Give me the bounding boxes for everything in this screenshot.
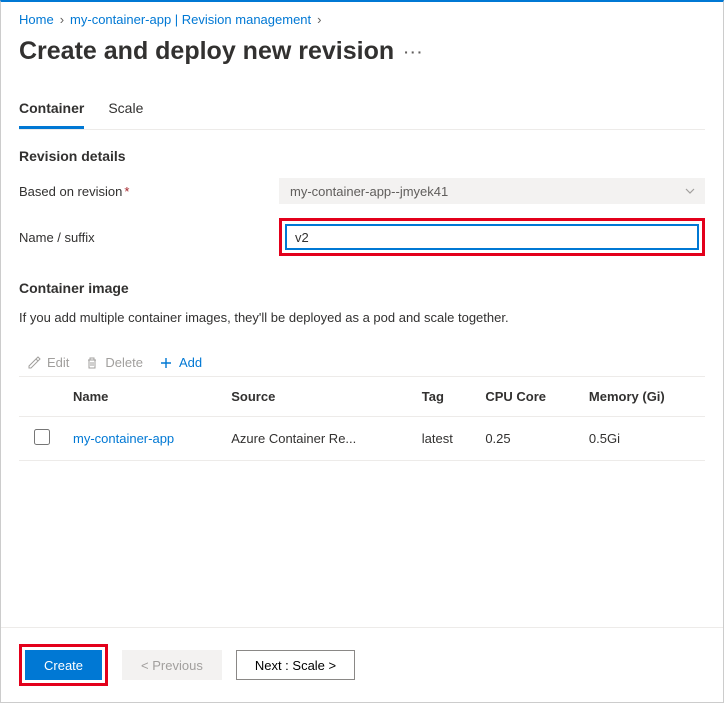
previous-button[interactable]: < Previous	[122, 650, 222, 680]
chevron-right-icon: ›	[60, 12, 64, 27]
container-image-table: Name Source Tag CPU Core Memory (Gi) my-…	[19, 377, 705, 461]
plus-icon	[159, 356, 173, 370]
breadcrumb-home[interactable]: Home	[19, 12, 54, 27]
tab-container[interactable]: Container	[19, 92, 84, 129]
col-source: Source	[223, 377, 413, 417]
highlight-annotation	[279, 218, 705, 256]
page-footer: Create < Previous Next : Scale >	[1, 627, 723, 702]
container-image-description: If you add multiple container images, th…	[19, 310, 705, 325]
create-button[interactable]: Create	[25, 650, 102, 680]
row-checkbox[interactable]	[34, 429, 50, 445]
based-on-revision-value: my-container-app--jmyek41	[290, 184, 448, 199]
col-cpu: CPU Core	[477, 377, 581, 417]
based-on-revision-label: Based on revision*	[19, 184, 279, 199]
add-button[interactable]: Add	[159, 355, 202, 370]
tabs: Container Scale	[19, 92, 705, 130]
based-on-revision-select[interactable]: my-container-app--jmyek41	[279, 178, 705, 204]
container-image-heading: Container image	[19, 280, 705, 296]
row-cpu: 0.25	[477, 417, 581, 461]
next-button[interactable]: Next : Scale >	[236, 650, 355, 680]
table-row: my-container-app Azure Container Re... l…	[19, 417, 705, 461]
page-title: Create and deploy new revision ···	[19, 37, 705, 66]
breadcrumb: Home › my-container-app | Revision manag…	[19, 10, 705, 37]
chevron-right-icon: ›	[317, 12, 321, 27]
edit-button[interactable]: Edit	[27, 355, 69, 370]
revision-details-heading: Revision details	[19, 148, 705, 164]
highlight-annotation: Create	[19, 644, 108, 686]
chevron-down-icon	[684, 185, 696, 197]
delete-button[interactable]: Delete	[85, 355, 143, 370]
page-title-text: Create and deploy new revision	[19, 37, 394, 66]
container-image-toolbar: Edit Delete Add	[19, 345, 705, 376]
pencil-icon	[27, 356, 41, 370]
name-suffix-label: Name / suffix	[19, 230, 279, 245]
tab-scale[interactable]: Scale	[108, 92, 143, 129]
trash-icon	[85, 356, 99, 370]
row-tag: latest	[414, 417, 478, 461]
col-name: Name	[65, 377, 223, 417]
name-suffix-input[interactable]	[285, 224, 699, 250]
row-source: Azure Container Re...	[223, 417, 413, 461]
row-memory: 0.5Gi	[581, 417, 705, 461]
breadcrumb-parent[interactable]: my-container-app | Revision management	[70, 12, 311, 27]
row-name-link[interactable]: my-container-app	[73, 431, 174, 446]
col-memory: Memory (Gi)	[581, 377, 705, 417]
more-actions-button[interactable]: ···	[404, 44, 424, 60]
col-tag: Tag	[414, 377, 478, 417]
